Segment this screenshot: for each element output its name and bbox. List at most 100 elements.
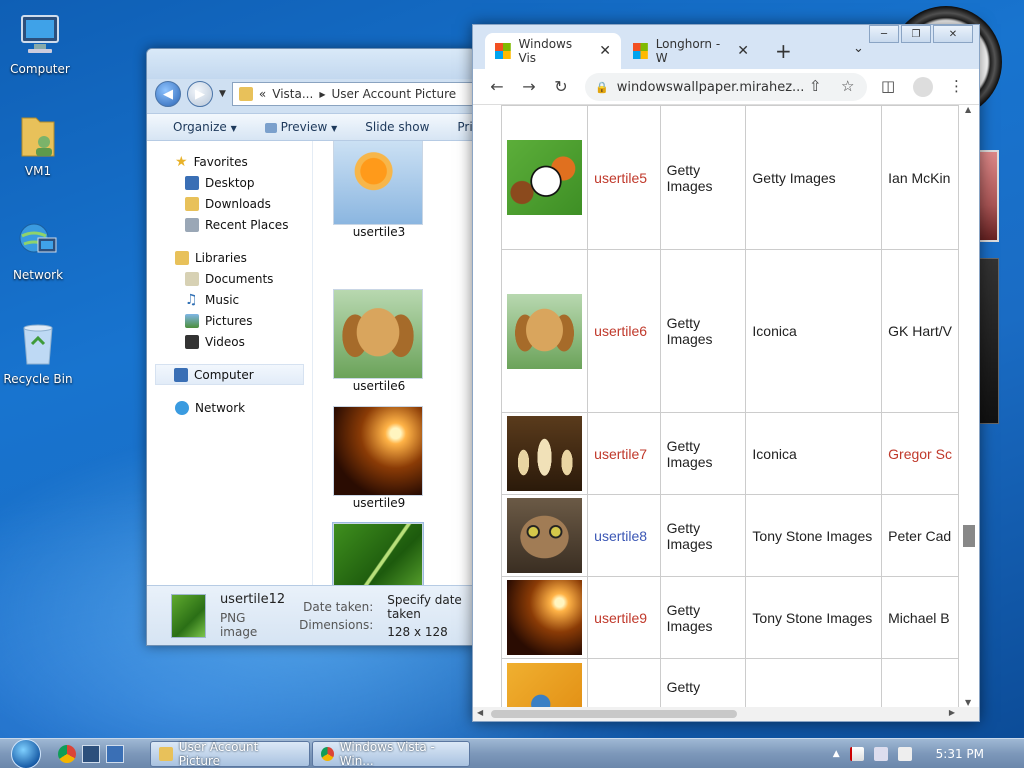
tab-windows-vista[interactable]: Windows Vis ✕ [485, 33, 621, 69]
sports-balls-image[interactable] [507, 140, 583, 215]
reload-icon[interactable]: ↻ [545, 77, 577, 96]
downloads-folder-icon [185, 196, 199, 211]
minimize-icon: ─ [880, 28, 888, 40]
scroll-right-icon[interactable]: ▶ [949, 708, 955, 717]
table-cell-name[interactable]: usertile8 [587, 494, 661, 577]
nav-downloads[interactable]: Downloads [147, 193, 312, 214]
minimize-button[interactable]: ─ [869, 25, 899, 43]
network-tray-icon[interactable] [873, 747, 888, 761]
chrome-quicklaunch-icon[interactable] [58, 745, 76, 763]
file-item-selected[interactable]: usertile12 [332, 522, 425, 585]
forward-button[interactable]: ▶ [187, 81, 213, 107]
nav-documents[interactable]: Documents [147, 268, 312, 289]
back-arrow-icon[interactable]: ← [481, 77, 513, 96]
file-item[interactable]: usertile6 [333, 289, 425, 393]
share-icon[interactable]: ⇧ [809, 77, 822, 95]
details-pane: usertile12 PNG image Date taken: Dimensi… [147, 585, 475, 645]
desktop-icon-recycle-bin[interactable]: Recycle Bin [0, 320, 76, 386]
slideshow-button[interactable]: Slide show [365, 120, 429, 134]
maximize-button[interactable]: ❐ [901, 25, 931, 43]
profile-avatar-icon[interactable] [913, 77, 933, 97]
breadcrumb-item[interactable]: User Account Picture [331, 87, 456, 101]
bass-clef-image[interactable] [507, 663, 583, 707]
scroll-left-icon[interactable]: ◀ [477, 708, 483, 717]
network-icon [14, 216, 62, 264]
file-item[interactable]: usertile9 [333, 406, 425, 510]
desktop-icon-network[interactable]: Network [0, 216, 76, 282]
scrollbar-thumb[interactable] [963, 525, 975, 547]
scroll-down-icon[interactable]: ▼ [965, 698, 971, 707]
show-hidden-icons-icon[interactable]: ▲ [833, 749, 840, 759]
print-button[interactable]: Pri [457, 120, 472, 134]
details-dim-label: Dimensions: [299, 617, 374, 632]
browser-window[interactable]: Windows Vis ✕ Longhorn - W ✕ + ⌄ ─ ❐ ✕ ←… [472, 24, 980, 722]
nav-desktop[interactable]: Desktop [147, 172, 312, 193]
start-button[interactable] [8, 739, 44, 768]
taskbar-browser-button[interactable]: Windows Vista - Win... [312, 740, 470, 768]
tab-longhorn[interactable]: Longhorn - W ✕ [623, 33, 759, 69]
nav-libraries[interactable]: Libraries [147, 247, 312, 268]
table-cell-source: Getty Images [659, 412, 747, 495]
preview-button[interactable]: Preview ▼ [264, 120, 337, 134]
clock-time[interactable]: 5:31 PM [936, 747, 984, 761]
switch-windows-quicklaunch-icon[interactable] [106, 745, 124, 763]
volume-muted-icon[interactable] [897, 747, 912, 761]
desktop-icon-computer[interactable]: Computer [2, 10, 78, 76]
nav-network[interactable]: Network [147, 397, 312, 418]
omnibox[interactable]: 🔒 windowswallpaper.mirahez... [585, 73, 867, 101]
chess-image[interactable] [507, 416, 583, 491]
table-cell-author[interactable]: Gregor Sc [881, 412, 959, 495]
nav-music[interactable]: ♫ Music [147, 289, 312, 310]
recent-dropdown-icon[interactable]: ▼ [219, 89, 226, 99]
kitten-image[interactable] [507, 498, 583, 573]
organize-button[interactable]: Organize ▼ [173, 120, 237, 134]
table-cell-author: GK Hart/V [881, 249, 959, 413]
file-item[interactable]: usertile3 [333, 141, 425, 239]
desktop-icon-label: Recycle Bin [3, 372, 73, 386]
nav-videos[interactable]: Videos [147, 331, 312, 352]
menu-kebab-icon[interactable]: ⋮ [949, 77, 964, 95]
address-bar[interactable]: « Vista... ▶ User Account Picture [231, 82, 475, 106]
close-icon[interactable]: ✕ [599, 43, 611, 59]
nav-pictures[interactable]: Pictures [147, 310, 312, 331]
table-cell-name[interactable]: usertile9 [587, 576, 661, 659]
bookmark-star-icon[interactable]: ☆ [841, 77, 854, 95]
breadcrumb-item[interactable]: Vista... [272, 87, 313, 101]
scroll-up-icon[interactable]: ▲ [965, 105, 971, 114]
show-desktop-quicklaunch-icon[interactable] [82, 745, 100, 763]
new-tab-button[interactable]: + [775, 39, 792, 63]
nav-label: Videos [205, 334, 245, 349]
forward-arrow-icon[interactable]: → [513, 77, 545, 96]
action-center-flag-icon[interactable] [849, 747, 864, 761]
tab-search-chevron-icon[interactable]: ⌄ [853, 41, 864, 56]
side-panel-icon[interactable]: ◫ [881, 77, 895, 95]
details-date-value[interactable]: Specify date taken [387, 593, 475, 621]
breadcrumb-root[interactable]: « [259, 87, 266, 101]
close-window-button[interactable]: ✕ [933, 25, 973, 43]
nav-favorites[interactable]: ★ Favorites [147, 151, 312, 172]
table-cell-name[interactable]: usertile7 [587, 412, 661, 495]
table-cell-name[interactable] [587, 658, 661, 707]
explorer-titlebar[interactable] [147, 49, 475, 79]
sparkles-image[interactable] [507, 580, 583, 655]
dog-image[interactable] [507, 293, 583, 369]
close-icon[interactable]: ✕ [737, 43, 749, 59]
details-thumbnail [171, 593, 206, 638]
horizontal-scrollbar[interactable]: ◀ ▶ [473, 707, 979, 721]
vertical-scrollbar[interactable]: ▲ ▼ [959, 105, 979, 707]
url-text[interactable]: windowswallpaper.mirahez... [617, 80, 805, 95]
table-cell-name[interactable]: usertile6 [587, 249, 661, 413]
table-row: usertile8 Getty Images Tony Stone Images… [500, 494, 959, 577]
scrollbar-thumb[interactable] [491, 710, 737, 718]
organize-label: Organize [173, 120, 227, 134]
nav-recent-places[interactable]: Recent Places [147, 214, 312, 235]
back-button[interactable]: ◀ [155, 81, 181, 107]
task-label: Windows Vista - Win... [339, 740, 435, 768]
table-cell-name[interactable]: usertile5 [587, 105, 661, 250]
nav-computer[interactable]: Computer [155, 364, 304, 385]
taskbar-explorer-button[interactable]: User Account Picture [150, 740, 310, 768]
windows-logo-icon [495, 43, 511, 59]
desktop-icon-vm1[interactable]: VM1 [0, 112, 76, 178]
explorer-window[interactable]: ◀ ▶ ▼ « Vista... ▶ User Account Picture … [146, 48, 476, 646]
details-name-col: usertile12 PNG image [220, 592, 285, 639]
